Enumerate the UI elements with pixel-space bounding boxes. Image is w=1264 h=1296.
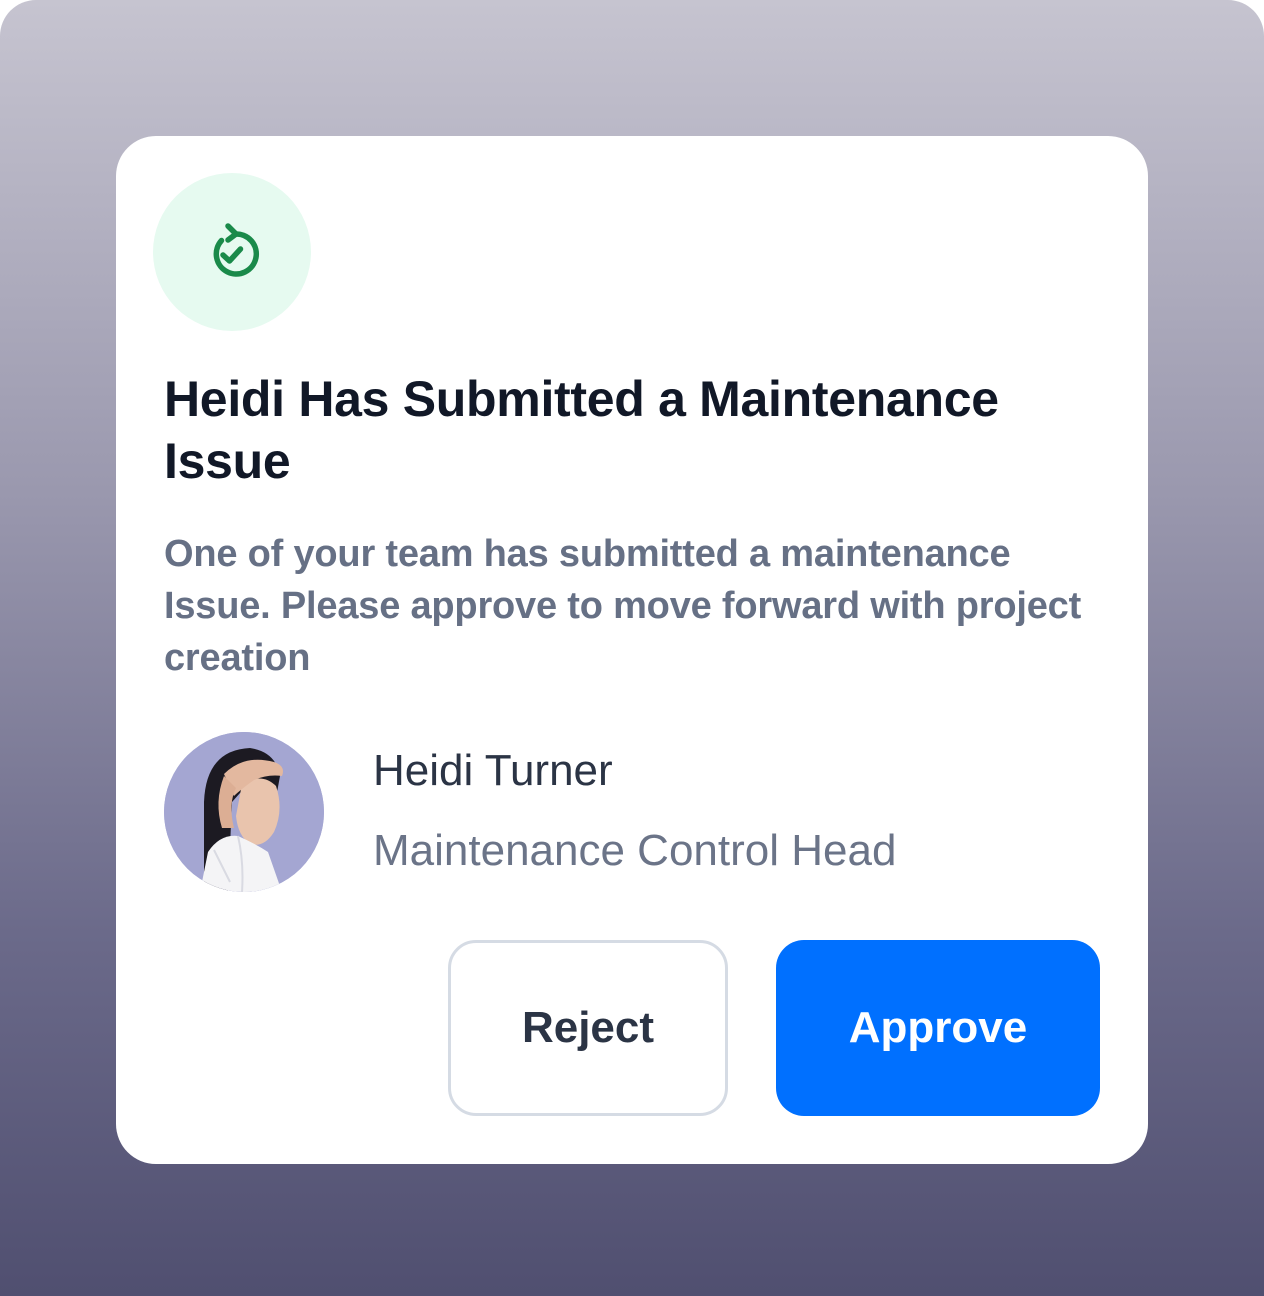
user-avatar-photo xyxy=(164,732,324,892)
approval-dialog: Heidi Has Submitted a Maintenance Issue … xyxy=(116,136,1148,1164)
dialog-description: One of your team has submitted a mainten… xyxy=(164,533,1082,679)
approve-button[interactable]: Approve xyxy=(776,940,1100,1116)
dialog-title: Heidi Has Submitted a Maintenance Issue xyxy=(164,371,999,489)
submitter-name: Heidi Turner xyxy=(373,746,613,795)
backdrop: Heidi Has Submitted a Maintenance Issue … xyxy=(0,0,1264,1296)
refresh-check-icon xyxy=(213,223,260,277)
submitter-role: Maintenance Control Head xyxy=(373,826,897,875)
avatar xyxy=(164,732,324,892)
reject-button[interactable]: Reject xyxy=(448,940,728,1116)
status-badge xyxy=(153,173,311,331)
